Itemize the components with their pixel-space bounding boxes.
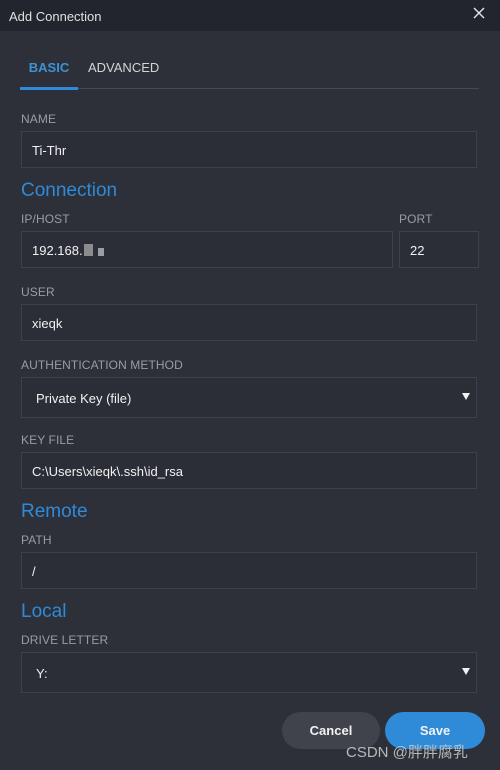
name-label: NAME <box>21 112 57 126</box>
tab-advanced[interactable]: ADVANCED <box>88 60 159 75</box>
port-input[interactable]: 22 <box>399 231 479 268</box>
host-value: 192.168. <box>32 243 83 258</box>
redacted-mask <box>83 244 93 256</box>
port-value: 22 <box>410 243 425 258</box>
drive-value: Y: <box>36 666 48 681</box>
drive-label: DRIVE LETTER <box>21 633 109 647</box>
tab-basic[interactable]: BASIC <box>20 60 78 90</box>
chevron-down-icon <box>462 668 470 675</box>
chevron-down-icon <box>462 393 470 400</box>
port-label: PORT <box>399 212 433 226</box>
host-input[interactable]: 192.168. <box>21 231 393 268</box>
path-value: / <box>32 564 36 579</box>
name-value: Ti-Thr <box>32 143 67 158</box>
host-label: IP/HOST <box>21 212 70 226</box>
window-title: Add Connection <box>9 9 102 24</box>
redacted-mask <box>97 248 104 256</box>
keyfile-label: KEY FILE <box>21 433 75 447</box>
drive-letter-select[interactable]: Y: <box>21 652 477 693</box>
watermark: CSDN @胖胖腐乳 <box>346 744 468 761</box>
remote-heading: Remote <box>21 501 88 522</box>
tab-bar: BASIC ADVANCED <box>20 56 479 90</box>
user-input[interactable]: xieqk <box>21 304 477 341</box>
keyfile-value: C:\Users\xieqk\.ssh\id_rsa <box>32 464 183 479</box>
local-heading: Local <box>21 601 67 622</box>
auth-value: Private Key (file) <box>36 391 132 406</box>
auth-method-select[interactable]: Private Key (file) <box>21 377 477 418</box>
name-input[interactable]: Ti-Thr <box>21 131 477 168</box>
title-bar: Add Connection <box>0 0 500 31</box>
connection-heading: Connection <box>21 180 118 201</box>
user-value: xieqk <box>32 316 63 331</box>
keyfile-input[interactable]: C:\Users\xieqk\.ssh\id_rsa <box>21 452 477 489</box>
path-input[interactable]: / <box>21 552 477 589</box>
close-icon[interactable] <box>472 6 486 20</box>
user-label: USER <box>21 285 55 299</box>
path-label: PATH <box>21 533 52 547</box>
auth-label: AUTHENTICATION METHOD <box>21 358 183 372</box>
